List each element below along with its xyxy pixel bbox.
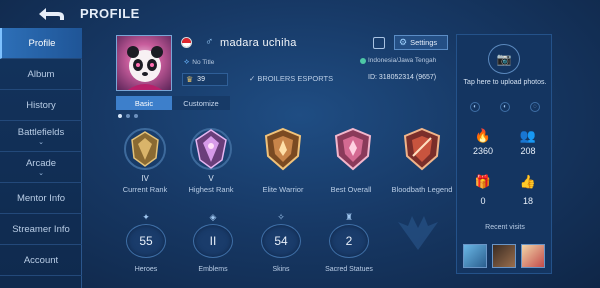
current-rank-tier: IV (141, 174, 149, 183)
heroes-label: Heroes (134, 266, 158, 273)
highest-rank-tier: V (208, 174, 214, 183)
highest-rank-badge[interactable] (186, 124, 236, 174)
skin-icon: ✧ (277, 212, 285, 222)
settings-button[interactable]: ⚙ Settings (394, 35, 448, 50)
recent-visits-label: Recent visits (485, 224, 525, 231)
gender-icon: ♂ (205, 36, 214, 48)
gift-icon: 🎁 (474, 174, 492, 189)
crown-icon: ♛ (186, 75, 194, 84)
location: Indonesia/Jawa Tengah (360, 57, 436, 64)
player-id: ID: 318052314 (9657) (368, 74, 437, 81)
sidebar-item-label: Account (23, 254, 59, 266)
chevron-down-icon: ⌄ (38, 138, 44, 146)
sidebar-item-mentor-info[interactable]: Mentor Info (0, 183, 82, 214)
recent-visitor-avatar[interactable] (521, 244, 545, 268)
sidebar-item-history[interactable]: History (0, 90, 82, 121)
like-icon: 👍 (519, 174, 537, 189)
photo-slot-icon[interactable]: ◐ (500, 102, 510, 112)
back-arrow-icon[interactable] (36, 6, 68, 22)
recent-visitor-avatar[interactable] (492, 244, 516, 268)
shield-emblem-icon (264, 127, 302, 171)
avatar[interactable] (116, 35, 172, 91)
copy-icon[interactable] (373, 37, 385, 49)
photo-slot-icon[interactable]: ◐ (470, 102, 480, 112)
photo-slot-icon[interactable]: ◌ (530, 102, 540, 112)
emblems-label: Emblems (198, 266, 228, 273)
rank-emblem-icon (190, 128, 232, 170)
gift-count[interactable]: 0 (465, 196, 501, 206)
page-dot (134, 114, 138, 118)
sidebar-item-streamer-info[interactable]: Streamer Info (0, 214, 82, 245)
best-overall-label: Best Overall (330, 185, 372, 194)
upload-photos-prompt[interactable]: Tap here to upload photos. (462, 78, 548, 87)
page-indicator (118, 114, 138, 118)
shield-emblem-icon (403, 127, 441, 171)
panda-avatar-icon (127, 46, 163, 90)
current-rank-label: Current Rank (122, 185, 168, 194)
squad-name[interactable]: ✓ BROILERS ESPORTS (249, 74, 333, 83)
settings-label: Settings (410, 38, 438, 47)
sidebar-item-label: Streamer Info (12, 223, 70, 235)
sidebar-item-arcade[interactable]: Arcade ⌄ (0, 152, 82, 183)
followers-icon: 👥 (519, 128, 537, 143)
sidebar-item-label: History (26, 99, 56, 111)
page-dot (118, 114, 122, 118)
sidebar-item-album[interactable]: Album (0, 59, 82, 90)
sidebar-item-profile[interactable]: Profile (0, 28, 82, 59)
heroes-stat[interactable]: 55 (126, 224, 166, 258)
shield-emblem-icon (334, 127, 372, 171)
sidebar-item-label: Album (27, 68, 55, 80)
emblems-stat[interactable]: II (193, 224, 233, 258)
player-title[interactable]: ⟡ No Title (184, 57, 214, 67)
statue-icon: ♜ (344, 212, 354, 222)
tab-basic[interactable]: Basic (116, 96, 172, 110)
recent-visitor-avatar[interactable] (463, 244, 487, 268)
tab-customize[interactable]: Customize (172, 96, 230, 110)
location-text: Indonesia/Jawa Tengah (368, 57, 437, 64)
location-pin-icon (360, 57, 366, 64)
top-bar: PROFILE (0, 0, 600, 28)
sacred-statues-label: Sacred Statues (325, 266, 373, 273)
sidebar: Profile Album History Battlefields ⌄ Arc… (0, 28, 82, 288)
chevron-down-icon: ⌄ (38, 169, 44, 177)
camera-icon[interactable]: 📷 (488, 44, 520, 74)
sidebar-item-battlefields[interactable]: Battlefields ⌄ (0, 121, 82, 152)
rank-points-badge: ♛ 39 (182, 73, 228, 86)
player-title-text: No Title (192, 58, 215, 66)
best-overall-badge[interactable] (328, 124, 378, 174)
followers-count[interactable]: 208 (510, 146, 546, 156)
skins-stat[interactable]: 54 (261, 224, 301, 258)
sacred-statues-stat[interactable]: 2 (329, 224, 369, 258)
rank-emblem-icon (124, 128, 166, 170)
emblem-icon: ◈ (209, 212, 217, 222)
page-dot (126, 114, 130, 118)
username: madara uchiha (220, 37, 297, 49)
rank-points: 39 (197, 76, 205, 83)
current-rank-badge[interactable] (120, 124, 170, 174)
page-title: PROFILE (80, 6, 140, 21)
bloodbath-legend-label: Bloodbath Legend (391, 185, 453, 194)
fire-icon: 🔥 (474, 128, 492, 143)
gear-icon: ⚙ (399, 37, 408, 47)
sidebar-item-account[interactable]: Account (0, 245, 82, 276)
elite-warrior-label: Elite Warrior (262, 185, 304, 194)
skins-label: Skins (272, 266, 290, 273)
elite-warrior-badge[interactable] (258, 124, 308, 174)
sidebar-item-label: Profile (28, 37, 56, 49)
wings-decoration-icon (398, 216, 438, 250)
country-flag-icon (181, 37, 192, 48)
title-icon: ⟡ (184, 57, 190, 66)
bloodbath-legend-badge[interactable] (397, 124, 447, 174)
sidebar-item-label: Battlefields (17, 126, 65, 138)
sidebar-item-label: Mentor Info (16, 192, 66, 204)
like-count[interactable]: 18 (510, 196, 546, 206)
sidebar-item-label: Arcade (25, 157, 57, 169)
popularity-count: 2360 (472, 146, 494, 156)
hero-icon: ✦ (142, 212, 150, 222)
highest-rank-label: Highest Rank (188, 185, 234, 194)
